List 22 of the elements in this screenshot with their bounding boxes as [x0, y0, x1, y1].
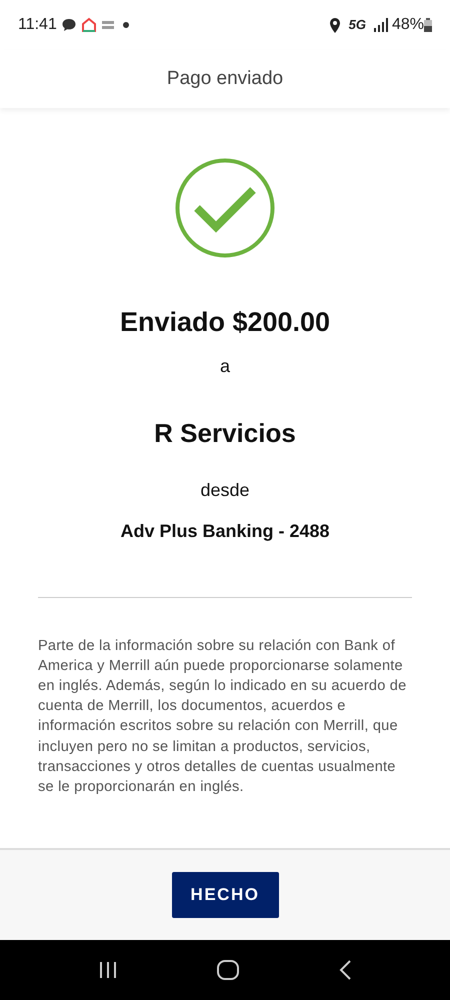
location-icon: [328, 18, 341, 32]
battery-icon: [424, 18, 432, 32]
payee-name: R Servicios: [154, 418, 296, 448]
back-icon[interactable]: [338, 960, 352, 980]
battery-percent: 48%: [392, 15, 424, 35]
checkmark-icon: [175, 158, 275, 258]
account-name: Adv Plus Banking - 2488: [120, 520, 330, 540]
from-label: desde: [200, 480, 250, 500]
amount-sent: Enviado $200.00: [120, 306, 330, 339]
done-button[interactable]: HECHO: [172, 872, 278, 918]
disclaimer-text: Parte de la información sobre su relación con Bank of America y Merrill aún puede proporcionarse solamente en inglés. Además, según lo indicado en su acuerdo de cuenta de Merrill, los documentos, acuerdos e información escritos sobre su relación con Merrill, que incluyen pero no se limitan a productos, servicios, transacciones y otros detalles de cuentas usualmente se le proporcionarán en inglés.: [37, 636, 408, 797]
app-icon: [100, 19, 115, 31]
signal-icon: [374, 18, 388, 32]
home-icon: [80, 17, 97, 33]
network-label: 5G: [348, 16, 366, 34]
chat-icon: [60, 17, 77, 33]
recent-apps-icon[interactable]: [98, 961, 118, 979]
to-label: a: [220, 356, 230, 376]
status-time: 11:41: [18, 15, 57, 35]
dot-icon: [122, 22, 129, 28]
page-title: Pago enviado: [166, 66, 284, 91]
home-button-icon[interactable]: [216, 960, 239, 980]
